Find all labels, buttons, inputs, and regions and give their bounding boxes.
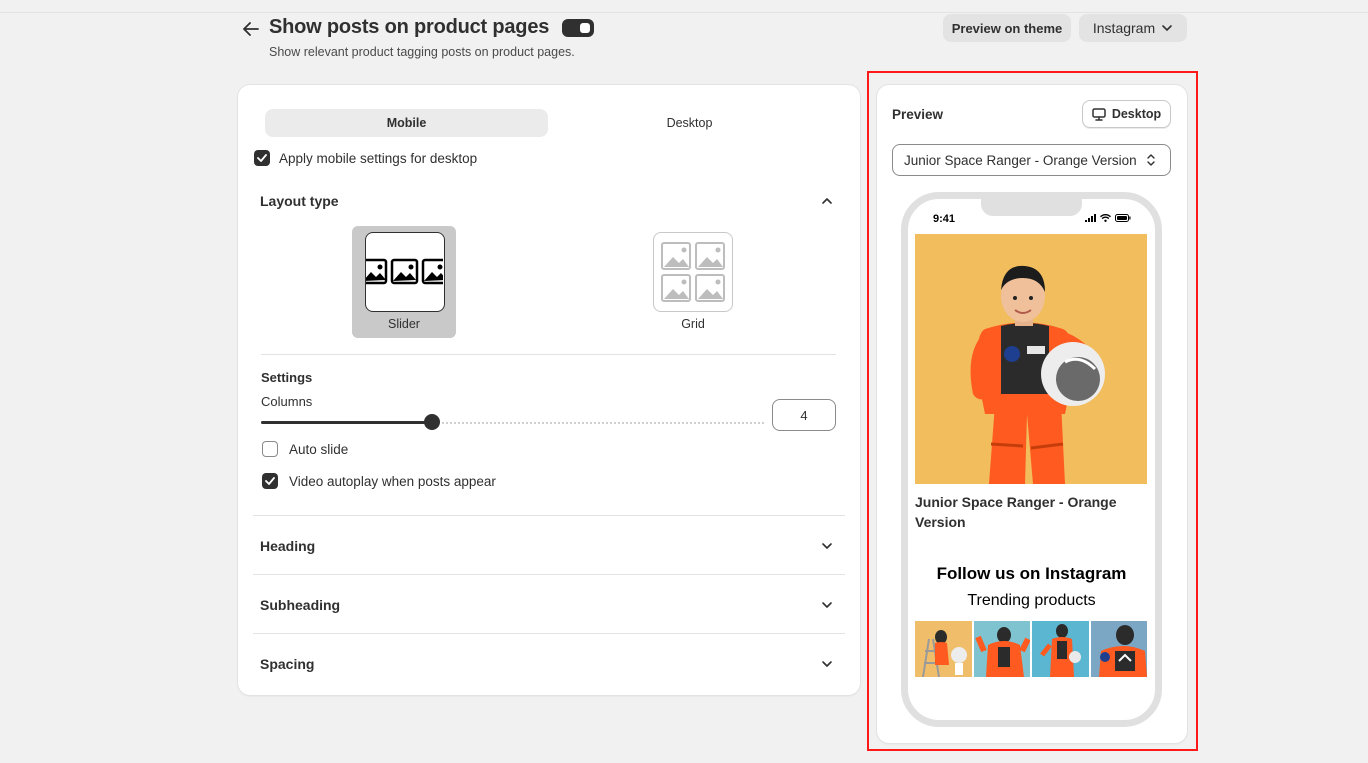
section-spacing-title: Spacing — [260, 656, 315, 672]
grid-preview — [653, 232, 733, 312]
checkmark-icon — [257, 154, 267, 162]
section-heading[interactable]: Heading — [253, 515, 845, 574]
back-arrow-icon[interactable] — [240, 18, 262, 40]
auto-slide-checkbox[interactable] — [262, 441, 278, 457]
chevron-down-icon — [1162, 25, 1172, 32]
settings-title: Settings — [261, 370, 313, 385]
layout-option-label: Grid — [681, 317, 705, 331]
chevron-down-icon — [822, 661, 832, 667]
channel-select-label: Instagram — [1092, 20, 1156, 36]
slider-preview — [360, 232, 449, 312]
layout-type-title: Layout type — [260, 193, 339, 209]
section-subheading-title: Subheading — [260, 597, 341, 613]
section-heading-title: Heading — [260, 538, 316, 554]
layout-divider — [261, 354, 836, 355]
apply-mobile-label: Apply mobile settings for desktop — [279, 150, 478, 166]
settings-card: Mobile Desktop Apply mobile settings for… — [238, 85, 860, 695]
channel-select-button[interactable]: Instagram — [1079, 14, 1187, 42]
video-autoplay-label: Video autoplay when posts appear — [289, 473, 496, 489]
chevron-down-icon — [822, 543, 832, 549]
video-autoplay-row: Video autoplay when posts appear — [262, 473, 496, 489]
tab-desktop[interactable]: Desktop — [548, 109, 831, 137]
auto-slide-row: Auto slide — [262, 441, 348, 457]
columns-input[interactable]: 4 — [772, 399, 836, 431]
tab-mobile[interactable]: Mobile — [265, 109, 548, 137]
grid-images-icon — [661, 242, 725, 302]
slider-thumb[interactable] — [424, 414, 440, 430]
layout-option-slider[interactable]: Slider — [352, 226, 456, 338]
preview-on-theme-button[interactable]: Preview on theme — [943, 14, 1071, 42]
columns-label: Columns — [261, 394, 313, 409]
checkmark-icon — [265, 477, 275, 485]
enable-toggle[interactable] — [562, 19, 594, 37]
page-subtitle: Show relevant product tagging posts on p… — [269, 45, 575, 59]
slider-images-icon — [360, 258, 449, 285]
slider-track-rest — [442, 422, 764, 424]
apply-mobile-checkbox[interactable] — [254, 150, 270, 166]
slider-fill — [261, 421, 432, 424]
columns-slider[interactable] — [261, 414, 764, 430]
page-title: Show posts on product pages — [269, 16, 550, 38]
section-subheading[interactable]: Subheading — [253, 574, 845, 633]
layout-option-grid[interactable]: Grid — [641, 226, 745, 338]
highlight-box — [867, 71, 1198, 751]
chevron-down-icon — [822, 602, 832, 608]
device-tabs: Mobile Desktop — [265, 109, 831, 137]
section-spacing[interactable]: Spacing — [253, 633, 845, 692]
apply-mobile-row: Apply mobile settings for desktop — [254, 150, 477, 166]
layout-option-label: Slider — [388, 317, 420, 331]
top-divider — [0, 12, 1368, 13]
chevron-up-icon[interactable] — [819, 193, 835, 209]
video-autoplay-checkbox[interactable] — [262, 473, 278, 489]
auto-slide-label: Auto slide — [289, 441, 349, 457]
